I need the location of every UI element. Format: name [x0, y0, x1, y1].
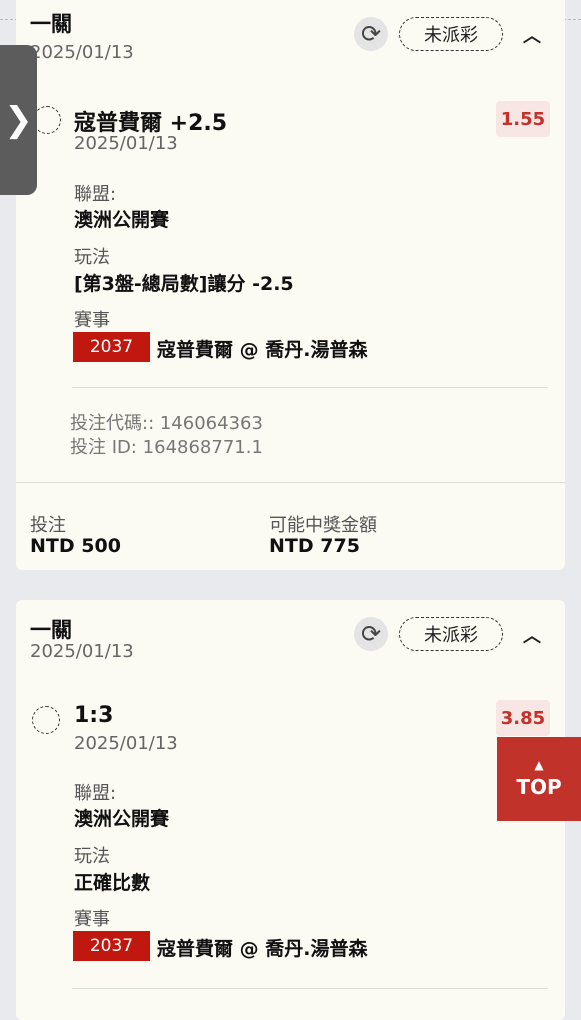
selection-date: 2025/01/13 — [74, 733, 178, 754]
bet-type-title: 一關 — [30, 618, 72, 642]
bet-id: 投注 ID: 164868771.1 — [70, 437, 263, 458]
chevron-up-icon[interactable]: ︿ — [523, 622, 541, 648]
odds-badge: 3.85 — [496, 700, 550, 736]
event-name: 寇普費爾 @ 喬丹.湯普森 — [157, 339, 368, 361]
arrow-up-icon: ▲ — [534, 758, 544, 772]
divider — [72, 387, 548, 388]
side-drawer-tab[interactable]: ❯ — [0, 45, 37, 195]
market-label: 玩法 — [74, 247, 110, 268]
odds-badge: 1.55 — [496, 101, 550, 137]
footer-divider — [16, 482, 565, 483]
status-badge: 未派彩 — [399, 617, 503, 651]
bet-date: 2025/01/13 — [30, 42, 134, 63]
refresh-icon[interactable]: ⟳ — [354, 17, 388, 51]
bet-date: 2025/01/13 — [30, 641, 134, 662]
league-label: 聯盟: — [74, 783, 117, 804]
stake-value: NTD 500 — [30, 535, 121, 557]
league-value: 澳洲公開賽 — [74, 808, 170, 830]
bet-card: 一關 2025/01/13 ⟳ 未派彩 ︿ 1:3 2025/01/13 3.8… — [16, 600, 565, 1020]
event-label: 賽事 — [74, 310, 110, 331]
market-value: 正確比數 — [74, 872, 151, 894]
stake-label: 投注 — [30, 515, 66, 536]
bet-card: 一關 2025/01/13 ⟳ 未派彩 ︿ 寇普費爾 +2.5 2025/01/… — [16, 0, 565, 570]
event-id-badge: 2037 — [73, 931, 150, 961]
selection-checkbox[interactable] — [32, 706, 60, 734]
scroll-to-top-button[interactable]: ▲ TOP — [497, 737, 581, 821]
league-value: 澳洲公開賽 — [74, 209, 170, 231]
market-value: [第3盤-總局數]讓分 -2.5 — [74, 273, 294, 295]
event-name: 寇普費爾 @ 喬丹.湯普森 — [157, 938, 368, 960]
selection-date: 2025/01/13 — [74, 133, 178, 154]
event-label: 賽事 — [74, 909, 110, 930]
league-label: 聯盟: — [74, 184, 117, 205]
selection-checkbox[interactable] — [33, 106, 61, 134]
bet-code: 投注代碼:: 146064363 — [70, 413, 263, 434]
chevron-up-icon[interactable]: ︿ — [523, 22, 541, 48]
top-button-label: TOP — [516, 775, 562, 799]
payout-value: NTD 775 — [269, 535, 360, 557]
refresh-icon[interactable]: ⟳ — [354, 617, 388, 651]
chevron-right-icon: ❯ — [4, 100, 33, 140]
divider — [72, 988, 548, 989]
payout-label: 可能中獎金額 — [269, 515, 377, 536]
bet-type-title: 一關 — [30, 12, 72, 36]
status-badge: 未派彩 — [399, 17, 503, 51]
market-label: 玩法 — [74, 846, 110, 867]
event-id-badge: 2037 — [73, 332, 150, 362]
selection-name: 1:3 — [74, 703, 114, 728]
